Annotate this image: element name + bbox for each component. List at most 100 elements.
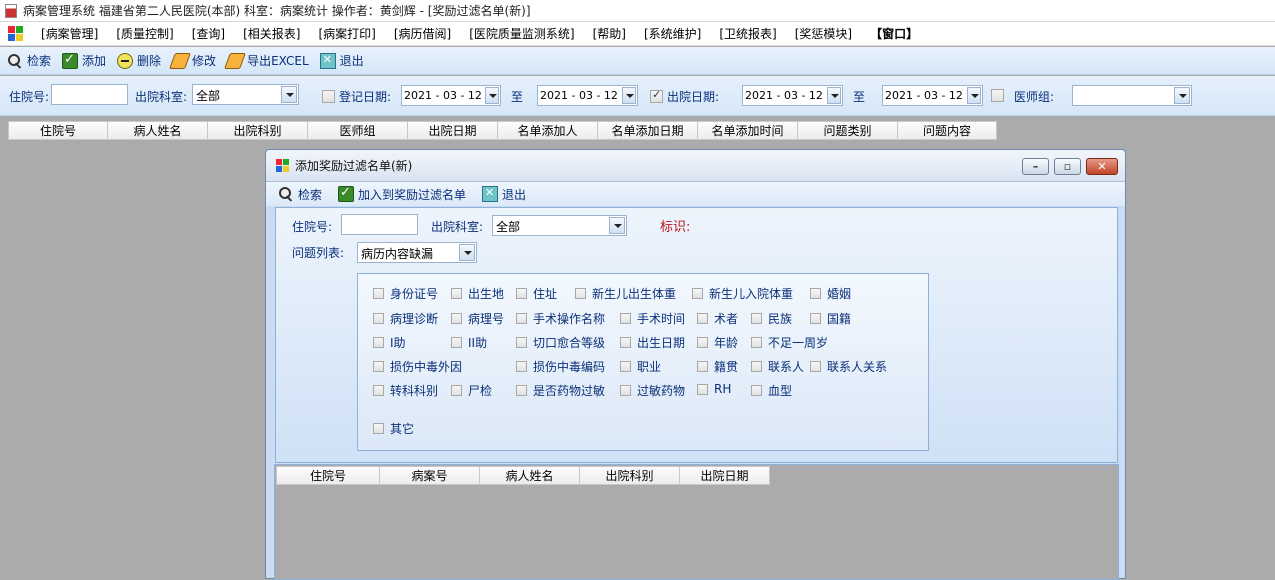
opt-age[interactable]: 年龄 <box>697 334 738 351</box>
checkbox[interactable] <box>692 288 703 299</box>
checkbox[interactable] <box>516 385 527 396</box>
checkbox[interactable] <box>697 361 708 372</box>
maximize-button[interactable]: ▫ <box>1054 158 1081 175</box>
dialog-title-bar[interactable]: 添加奖励过滤名单(新) – ▫ ✕ <box>266 150 1125 182</box>
opt-allergy-drug[interactable]: 过敏药物 <box>620 382 685 399</box>
mdi-window-icon[interactable] <box>8 25 24 42</box>
dept-select[interactable]: 全部 <box>192 84 299 105</box>
checkbox[interactable] <box>751 337 762 348</box>
opt-drug-allergy[interactable]: 是否药物过敏 <box>516 382 605 399</box>
col-record-no[interactable]: 病案号 <box>380 466 480 485</box>
opt-marital-status[interactable]: 婚姻 <box>810 285 851 302</box>
checkbox[interactable] <box>451 313 462 324</box>
col-patient-name[interactable]: 病人姓名 <box>108 121 208 140</box>
col-list-added-date[interactable]: 名单添加日期 <box>598 121 698 140</box>
dialog-dept-select[interactable]: 全部 <box>492 215 627 236</box>
checkbox[interactable] <box>373 313 384 324</box>
opt-contact-relation[interactable]: 联系人关系 <box>810 358 887 375</box>
chevron-down-icon[interactable] <box>485 87 499 104</box>
menu-quality-control[interactable]: [质量控制] <box>107 25 182 42</box>
opt-autopsy[interactable]: 尸检 <box>451 382 492 399</box>
add-button[interactable]: 添加 <box>62 52 106 69</box>
opt-incision-healing-grade[interactable]: 切口愈合等级 <box>516 334 605 351</box>
close-button[interactable]: ✕ <box>1086 158 1118 175</box>
opt-rh[interactable]: RH <box>697 382 731 396</box>
checkbox[interactable] <box>751 385 762 396</box>
checkbox[interactable] <box>575 288 586 299</box>
col-issue-content[interactable]: 问题内容 <box>898 121 997 140</box>
checkbox[interactable] <box>516 337 527 348</box>
chevron-down-icon[interactable] <box>827 87 841 104</box>
opt-surgery-time[interactable]: 手术时间 <box>620 310 685 327</box>
admission-no-input[interactable] <box>51 84 128 105</box>
col-doctor-group[interactable]: 医师组 <box>308 121 408 140</box>
menu-reports[interactable]: [相关报表] <box>234 25 309 42</box>
menu-record-borrow[interactable]: [病历借阅] <box>385 25 460 42</box>
col-patient-name[interactable]: 病人姓名 <box>480 466 580 485</box>
opt-occupation[interactable]: 职业 <box>620 358 661 375</box>
chevron-down-icon[interactable] <box>609 217 625 234</box>
checkbox[interactable] <box>451 337 462 348</box>
checkbox[interactable] <box>451 288 462 299</box>
edit-button[interactable]: 修改 <box>169 52 216 69</box>
checkbox[interactable] <box>620 313 631 324</box>
issue-list-select[interactable]: 病历内容缺漏 <box>357 242 477 263</box>
col-discharge-dept[interactable]: 出院科别 <box>580 466 680 485</box>
minimize-button[interactable]: – <box>1022 158 1049 175</box>
menu-system-maintenance[interactable]: [系统维护] <box>635 25 710 42</box>
discharge-date-checkbox[interactable] <box>650 88 663 103</box>
reg-date-from-picker[interactable]: 2021 - 03 - 12 <box>401 85 501 106</box>
reg-date-to-picker[interactable]: 2021 - 03 - 12 <box>537 85 638 106</box>
opt-blood-type[interactable]: 血型 <box>751 382 792 399</box>
chevron-down-icon[interactable] <box>1174 87 1190 104</box>
opt-pathology-diagnosis[interactable]: 病理诊断 <box>373 310 438 327</box>
opt-injury-external-cause[interactable]: 损伤中毒外因 <box>373 358 462 375</box>
opt-birthplace[interactable]: 出生地 <box>451 285 504 302</box>
opt-assistant-1[interactable]: I助 <box>373 334 406 351</box>
checkbox[interactable] <box>810 313 821 324</box>
checkbox[interactable] <box>751 361 762 372</box>
doctor-group-checkbox[interactable] <box>991 89 1004 102</box>
checkbox[interactable] <box>516 288 527 299</box>
checkbox[interactable] <box>373 385 384 396</box>
col-discharge-dept[interactable]: 出院科别 <box>208 121 308 140</box>
opt-contact-person[interactable]: 联系人 <box>751 358 804 375</box>
col-list-added-by[interactable]: 名单添加人 <box>498 121 598 140</box>
col-discharge-date[interactable]: 出院日期 <box>680 466 770 485</box>
delete-button[interactable]: 删除 <box>117 52 161 69</box>
checkbox[interactable] <box>697 383 708 395</box>
exit-button[interactable]: 退出 <box>319 52 364 69</box>
checkbox[interactable] <box>373 288 384 299</box>
checkbox[interactable] <box>751 313 762 324</box>
opt-nationality[interactable]: 国籍 <box>810 310 851 327</box>
chevron-down-icon[interactable] <box>281 86 297 103</box>
search-button[interactable]: 检索 <box>7 52 51 69</box>
col-issue-category[interactable]: 问题类别 <box>798 121 898 140</box>
opt-ethnicity[interactable]: 民族 <box>751 310 792 327</box>
menu-record-management[interactable]: [病案管理] <box>32 25 107 42</box>
dialog-exit-button[interactable]: 退出 <box>482 186 526 203</box>
dialog-search-button[interactable]: 检索 <box>278 186 322 203</box>
opt-newborn-admission-weight[interactable]: 新生儿入院体重 <box>692 285 793 302</box>
checkbox[interactable] <box>373 423 384 434</box>
opt-other[interactable]: 其它 <box>373 420 414 437</box>
menu-window[interactable]: 【窗口】 <box>861 25 927 42</box>
menu-health-stats-report[interactable]: [卫统报表] <box>710 25 785 42</box>
menu-help[interactable]: [帮助] <box>584 25 635 42</box>
menu-rewards-module[interactable]: [奖惩模块] <box>786 25 861 42</box>
export-excel-button[interactable]: 导出EXCEL <box>224 52 309 69</box>
col-admission-no[interactable]: 住院号 <box>8 121 108 140</box>
chevron-down-icon[interactable] <box>967 87 981 104</box>
opt-id-number[interactable]: 身份证号 <box>373 285 438 302</box>
chevron-down-icon[interactable] <box>622 87 636 104</box>
opt-birth-date[interactable]: 出生日期 <box>620 334 685 351</box>
menu-quality-monitor[interactable]: [医院质量监测系统] <box>460 25 583 42</box>
checkbox[interactable] <box>697 337 708 348</box>
checkbox[interactable] <box>516 361 527 372</box>
opt-assistant-2[interactable]: II助 <box>451 334 487 351</box>
opt-surgeon[interactable]: 术者 <box>697 310 738 327</box>
checkbox[interactable] <box>620 361 631 372</box>
opt-transfer-dept[interactable]: 转科科别 <box>373 382 438 399</box>
checkbox[interactable] <box>451 385 462 396</box>
col-admission-no[interactable]: 住院号 <box>276 466 380 485</box>
